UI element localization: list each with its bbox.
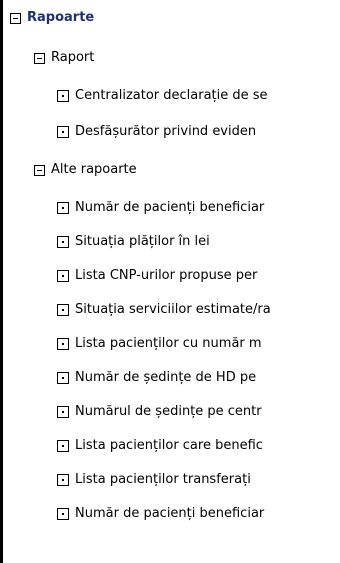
tree-leaf[interactable]: Lista pacienților transferați (57, 472, 251, 488)
tree-leaf-label: Desfășurător privind eviden (75, 124, 257, 139)
collapse-icon[interactable] (10, 12, 21, 24)
tree-node-raport[interactable]: Raport (34, 50, 94, 66)
tree-node-label: Alte rapoarte (51, 162, 137, 177)
tree-leaf-label: Centralizator declarație de se (75, 88, 268, 103)
tree-leaf-label: Numărul de ședințe pe centr (75, 404, 262, 419)
document-leaf-icon (57, 474, 69, 486)
document-leaf-icon (57, 372, 69, 384)
document-leaf-icon (57, 440, 69, 452)
tree-node-rapoarte[interactable]: Rapoarte (10, 10, 94, 26)
document-leaf-icon (57, 90, 69, 102)
document-leaf-icon (57, 236, 69, 248)
tree-leaf-label: Lista pacienților cu număr m (75, 336, 262, 351)
document-leaf-icon (57, 304, 69, 316)
document-leaf-icon (57, 126, 69, 138)
tree-leaf-label: Număr de ședințe de HD pe (75, 370, 257, 385)
tree-leaf[interactable]: Număr de ședințe de HD pe (57, 370, 256, 386)
tree-node-label: Rapoarte (27, 10, 95, 25)
report-tree: Rapoarte Raport Centralizator declarație… (0, 0, 340, 563)
document-leaf-icon (57, 406, 69, 418)
tree-leaf[interactable]: Lista pacienților care benefic (57, 438, 263, 454)
document-leaf-icon (57, 338, 69, 350)
tree-leaf[interactable]: Număr de pacienți beneficiar (57, 200, 264, 216)
tree-leaf-label: Lista pacienților care benefic (75, 438, 263, 453)
tree-node-alte-rapoarte[interactable]: Alte rapoarte (34, 162, 137, 178)
document-leaf-icon (57, 508, 69, 520)
tree-leaf-label: Situația serviciilor estimate/ra (75, 302, 271, 317)
tree-leaf-label: Număr de pacienți beneficiar (75, 506, 265, 521)
tree-leaf[interactable]: Centralizator declarație de se (57, 88, 268, 104)
tree-leaf[interactable]: Lista CNP-urilor propuse per (57, 268, 257, 284)
collapse-icon[interactable] (34, 164, 45, 176)
document-leaf-icon (57, 270, 69, 282)
collapse-icon[interactable] (34, 52, 45, 64)
tree-leaf-label: Lista pacienților transferați (75, 472, 251, 487)
tree-leaf[interactable]: Desfășurător privind eviden (57, 124, 256, 140)
tree-leaf-label: Situația plăților în lei (75, 234, 210, 249)
tree-leaf[interactable]: Lista pacienților cu număr m (57, 336, 262, 352)
tree-leaf[interactable]: Situația serviciilor estimate/ra (57, 302, 271, 318)
tree-node-label: Raport (51, 50, 95, 65)
tree-leaf[interactable]: Situația plăților în lei (57, 234, 210, 250)
tree-leaf-label: Număr de pacienți beneficiar (75, 200, 265, 215)
document-leaf-icon (57, 202, 69, 214)
tree-leaf[interactable]: Număr de pacienți beneficiar (57, 506, 264, 522)
tree-leaf[interactable]: Numărul de ședințe pe centr (57, 404, 262, 420)
tree-leaf-label: Lista CNP-urilor propuse per (75, 268, 258, 283)
